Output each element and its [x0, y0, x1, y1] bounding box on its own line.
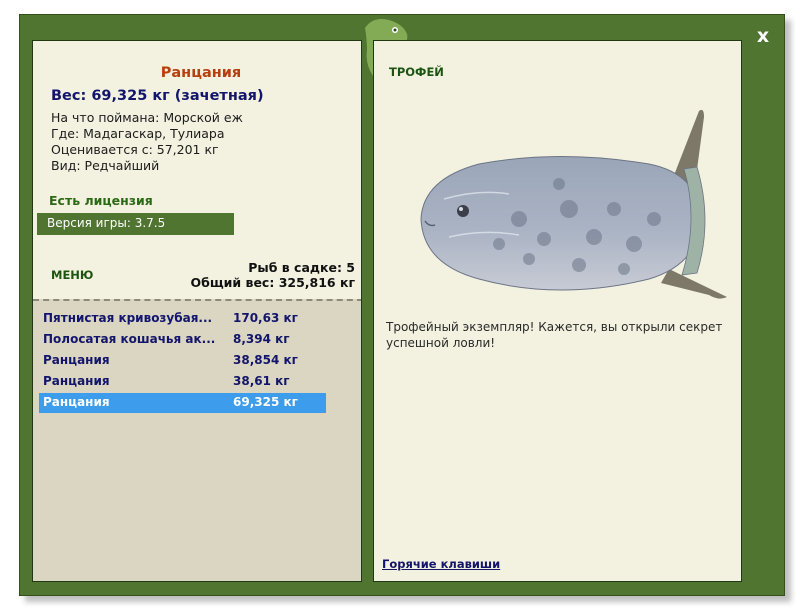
fish-info-panel: Ранцания Вес: 69,325 кг (зачетная) На чт… — [32, 40, 362, 582]
cage-row[interactable]: Пятнистая кривозубая... 170,63 кг — [39, 309, 326, 329]
fish-weight: Вес: 69,325 кг (зачетная) — [51, 88, 264, 104]
cage-stats: Рыб в садке: 5 Общий вес: 325,816 кг — [191, 260, 356, 290]
cage-row-weight: 38,61 кг — [233, 374, 290, 388]
cage-row[interactable]: Полосатая кошачья ак... 8,394 кг — [39, 330, 326, 350]
fish-name: Ранцания — [160, 65, 242, 81]
close-button[interactable]: x — [748, 24, 778, 48]
fish-bait: На что поймана: Морской еж — [51, 110, 243, 125]
cage-row[interactable]: Ранцания 38,61 кг — [39, 372, 326, 392]
cage-row-weight: 170,63 кг — [233, 311, 298, 325]
license-status: Есть лицензия — [49, 193, 153, 208]
cage-list: Пятнистая кривозубая... 170,63 кг Полоса… — [33, 299, 361, 581]
cage-row-weight: 8,394 кг — [233, 332, 290, 346]
cage-row-weight: 69,325 кг — [233, 395, 298, 409]
fish-value: Оценивается с: 57,201 кг — [51, 142, 219, 157]
version-label: Версия игры: 3.7.5 — [47, 216, 166, 230]
menu-button[interactable]: МЕНЮ — [51, 268, 93, 282]
cage-row-name: Пятнистая кривозубая... — [43, 311, 213, 325]
hotkeys-link[interactable]: Горячие клавиши — [382, 557, 500, 571]
cage-row-selected[interactable]: Ранцания 69,325 кг — [39, 393, 326, 413]
version-bar: Версия игры: 3.7.5 — [37, 213, 234, 235]
fish-location: Где: Мадагаскар, Тулиара — [51, 126, 225, 141]
trophy-panel: ТРОФЕЙ Трофейный экземпляр! Кажется, вы … — [373, 40, 742, 582]
cage-row-weight: 38,854 кг — [233, 353, 298, 367]
cage-total-weight: Общий вес: 325,816 кг — [190, 275, 356, 290]
cage-row-name: Ранцания — [43, 395, 110, 409]
sunfish-trophy-image — [420, 109, 727, 299]
cage-count: Рыб в садке: 5 — [248, 260, 355, 275]
cage-row[interactable]: Ранцания 38,854 кг — [39, 351, 326, 371]
trophy-message: Трофейный экземпляр! Кажется, вы открыли… — [386, 320, 723, 350]
cage-row-name: Ранцания — [43, 374, 110, 388]
cage-row-name: Полосатая кошачья ак... — [43, 332, 216, 346]
fish-rarity: Вид: Редчайший — [51, 158, 160, 173]
cage-row-name: Ранцания — [43, 353, 110, 367]
